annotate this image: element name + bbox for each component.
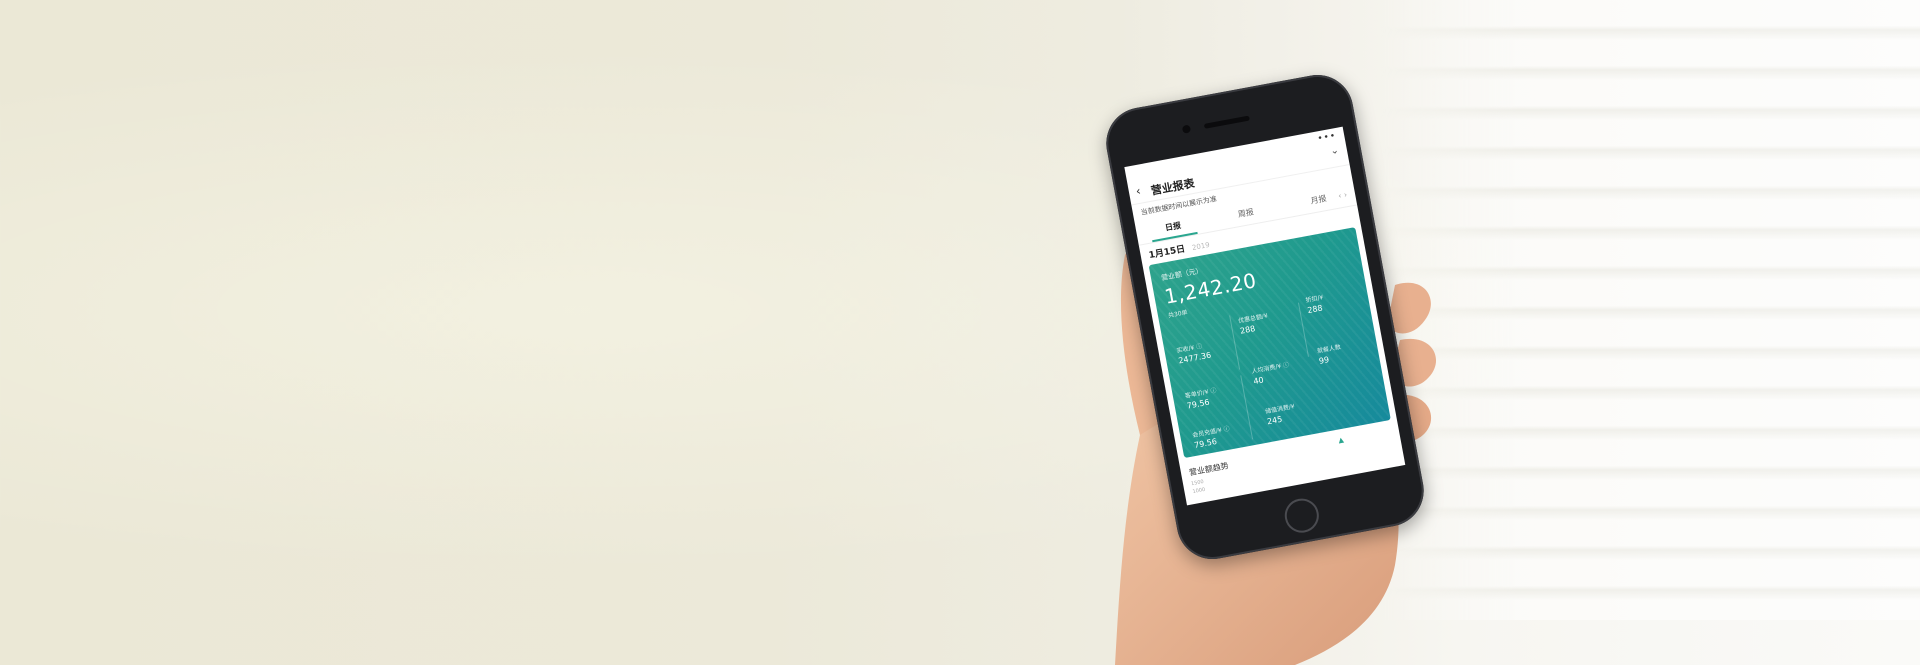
divider xyxy=(1240,375,1254,440)
home-button[interactable] xyxy=(1281,495,1322,536)
info-icon[interactable]: ⓘ xyxy=(1196,343,1203,351)
camera-icon xyxy=(1181,124,1192,134)
metric-item: 人均消费/¥ⓘ 40 xyxy=(1251,360,1292,386)
speaker-grille xyxy=(1203,115,1250,129)
info-icon[interactable]: ⓘ xyxy=(1210,387,1217,395)
revenue-sub: 共30单 xyxy=(1167,309,1189,320)
date-nav-arrows[interactable]: ‹ › xyxy=(1337,190,1347,200)
chevron-down-icon[interactable]: ⌄ xyxy=(1330,145,1340,157)
metric-item: 会员充值/¥ⓘ 79.56 xyxy=(1191,423,1232,450)
back-icon[interactable]: ‹ xyxy=(1135,184,1142,199)
metric-item: 储值消费/¥ 245 xyxy=(1264,401,1297,426)
metric-item: 就餐人数 99 xyxy=(1316,342,1343,366)
more-icon[interactable]: ••• xyxy=(1317,131,1337,144)
date-year: 2019 xyxy=(1191,240,1211,253)
metric-item: 实收/¥ⓘ 2477.36 xyxy=(1176,340,1212,365)
metric-item: 优惠总额/¥ 288 xyxy=(1237,311,1270,336)
metric-item: 客单价/¥ⓘ 79.56 xyxy=(1184,385,1219,411)
phone-screen: ••• ‹ 营业报表 ⌄ 当前数据时间以展示为准 日报 周报 月报 ‹ › 1月… xyxy=(1124,126,1406,506)
metric-value: 99 xyxy=(1318,355,1330,366)
info-icon[interactable]: ⓘ xyxy=(1282,361,1289,369)
info-icon[interactable]: ⓘ xyxy=(1223,425,1230,433)
metric-value: 288 xyxy=(1306,303,1324,316)
metric-item: 折扣/¥ 288 xyxy=(1305,292,1326,315)
revenue-card[interactable]: 营业额（元） 1,242.20 共30单 实收/¥ⓘ 2477.36 优惠总额/… xyxy=(1148,227,1391,459)
